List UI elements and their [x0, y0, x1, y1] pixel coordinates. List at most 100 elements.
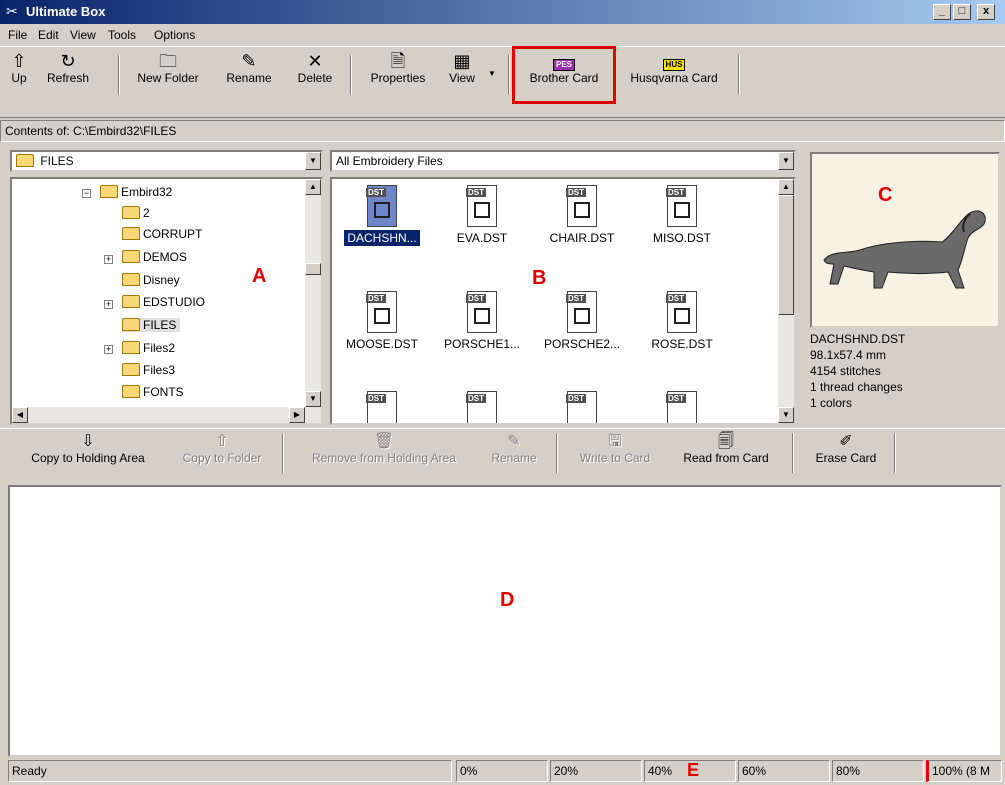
tree-item-files2[interactable]: Files2 — [122, 341, 175, 355]
scroll-thumb[interactable] — [305, 263, 321, 275]
file-item-chair[interactable]: DST CHAIR.DST — [532, 185, 632, 245]
file-item-partial[interactable]: DST — [432, 391, 532, 423]
tree-item-files3[interactable]: Files3 — [122, 363, 175, 377]
tree-horizontal-scrollbar[interactable]: ◀ ▶ — [12, 407, 321, 423]
close-button[interactable]: x — [977, 4, 995, 20]
collapse-icon[interactable]: − — [82, 189, 91, 198]
preview-filename: DACHSHND.DST — [810, 332, 906, 346]
tree-vertical-scrollbar[interactable]: ▲ ▼ — [305, 179, 321, 407]
main-toolbar: ⇧ Up ↻ Refresh 🗀 New Folder ✎ Rename ✕ D… — [0, 46, 1005, 118]
scroll-up-arrow[interactable]: ▲ — [778, 179, 794, 195]
progress-20: 20% — [550, 760, 642, 782]
toolbar-separator — [282, 433, 284, 473]
eraser-icon: ✐ — [839, 433, 853, 450]
tree-label: DEMOS — [143, 250, 188, 264]
write-to-card-button[interactable]: 🖫 Write to Card — [566, 433, 664, 465]
delete-button[interactable]: ✕ Delete — [290, 51, 340, 85]
rename-holding-label: Rename — [491, 451, 537, 465]
file-name: DACHSHN... — [344, 230, 420, 246]
file-item-porsche2[interactable]: DST PORSCHE2... — [532, 291, 632, 351]
copy-to-holding-button[interactable]: ⇩ Copy to Holding Area — [14, 433, 162, 465]
scroll-left-arrow[interactable]: ◀ — [12, 407, 28, 423]
new-folder-label: New Folder — [137, 71, 199, 85]
folder-up-icon: ⇧ — [11, 51, 27, 71]
folder-icon — [122, 206, 140, 219]
menu-options[interactable]: Options — [154, 28, 195, 42]
folder-combo[interactable]: FILES ▼ — [10, 150, 323, 172]
menu-view[interactable]: View — [70, 28, 96, 42]
file-item-partial[interactable]: DST — [332, 391, 432, 423]
menu-bar: File Edit View Tools Options — [0, 24, 1005, 46]
scroll-down-arrow[interactable]: ▼ — [778, 407, 794, 423]
brother-card-button[interactable]: PES Brother Card — [512, 46, 616, 104]
scroll-up-arrow[interactable]: ▲ — [305, 179, 321, 195]
holding-area[interactable]: D — [8, 485, 1002, 757]
copy-to-folder-button[interactable]: ⇧ Copy to Folder — [170, 433, 274, 465]
remove-from-holding-button[interactable]: 🗑 Remove from Holding Area — [290, 433, 478, 465]
dst-file-icon: DST — [466, 391, 497, 423]
properties-button[interactable]: 🗎 Properties — [360, 51, 436, 85]
toolbar-separator — [118, 55, 120, 95]
file-type-tag: DST — [466, 188, 486, 197]
holding-toolbar: ⇩ Copy to Holding Area ⇧ Copy to Folder … — [0, 428, 1005, 484]
folder-open-icon — [122, 318, 140, 331]
progress-40-label: 40% — [648, 764, 673, 778]
tree-item-embird32[interactable]: Embird32 — [100, 185, 172, 199]
husqvarna-card-button[interactable]: HUS Husqvarna Card — [618, 51, 730, 85]
file-type-tag: DST — [366, 394, 386, 403]
dst-file-icon: DST — [366, 391, 397, 423]
scroll-thumb[interactable] — [778, 195, 794, 315]
file-type-tag: DST — [666, 394, 686, 403]
rename-holding-button[interactable]: ✎ Rename — [482, 433, 546, 465]
progress-40: 40% E — [644, 760, 736, 782]
tree-item-demos[interactable]: DEMOS — [122, 250, 187, 264]
tree-item-disney[interactable]: Disney — [122, 273, 180, 287]
file-item-moose[interactable]: DST MOOSE.DST — [332, 291, 432, 351]
file-item-partial[interactable]: DST — [632, 391, 732, 423]
tree-item-corrupt[interactable]: CORRUPT — [122, 227, 202, 241]
rename-icon: ✎ — [507, 433, 521, 450]
scroll-right-arrow[interactable]: ▶ — [289, 407, 305, 423]
tree-item-files[interactable]: FILES — [122, 318, 181, 332]
chevron-down-icon[interactable]: ▼ — [778, 152, 794, 170]
file-list-vertical-scrollbar[interactable]: ▲ ▼ — [778, 179, 794, 423]
file-type-tag: DST — [366, 294, 386, 303]
preview-thread-changes: 1 thread changes — [810, 380, 903, 394]
tree-item-fonts[interactable]: FONTS — [122, 385, 184, 399]
file-item-dachshnd[interactable]: DST DACHSHN... — [332, 185, 432, 246]
file-item-partial[interactable]: DST — [532, 391, 632, 423]
tree-item-2[interactable]: 2 — [122, 206, 150, 220]
file-filter-combo[interactable]: All Embroidery Files ▼ — [330, 150, 796, 172]
label-c: C — [878, 184, 893, 206]
menu-tools[interactable]: Tools — [108, 28, 136, 42]
new-folder-button[interactable]: 🗀 New Folder — [128, 51, 208, 85]
up-button[interactable]: ⇧ Up — [6, 51, 32, 85]
view-button[interactable]: ▦ View — [442, 51, 482, 85]
file-name: MISO.DST — [652, 231, 711, 245]
file-item-porsche1[interactable]: DST PORSCHE1... — [432, 291, 532, 351]
file-list[interactable]: DST DACHSHN... DST EVA.DST DST CHAIR.DST… — [330, 177, 796, 425]
dst-file-icon: DST — [666, 185, 697, 227]
rename-button[interactable]: ✎ Rename — [218, 51, 280, 85]
minimize-button[interactable]: _ — [933, 4, 951, 20]
expand-icon[interactable]: + — [104, 255, 113, 264]
folder-tree[interactable]: Embird32 − 2 CORRUPT + DEMOS Disney + ED… — [10, 177, 323, 425]
refresh-button[interactable]: ↻ Refresh — [40, 51, 96, 85]
file-item-miso[interactable]: DST MISO.DST — [632, 185, 732, 245]
tree-label: Files3 — [143, 363, 176, 377]
chevron-down-icon[interactable]: ▼ — [305, 152, 321, 170]
toolbar-separator — [508, 55, 510, 95]
expand-icon[interactable]: + — [104, 345, 113, 354]
expand-icon[interactable]: + — [104, 300, 113, 309]
file-item-rose[interactable]: DST ROSE.DST — [632, 291, 732, 351]
scroll-down-arrow[interactable]: ▼ — [305, 391, 321, 407]
tree-item-edstudio[interactable]: EDSTUDIO — [122, 295, 205, 309]
menu-edit[interactable]: Edit — [38, 28, 59, 42]
erase-card-button[interactable]: ✐ Erase Card — [800, 433, 892, 465]
view-dropdown-arrow[interactable]: ▼ — [486, 69, 498, 78]
folder-icon — [122, 250, 140, 263]
file-item-eva[interactable]: DST EVA.DST — [432, 185, 532, 245]
read-from-card-button[interactable]: 🗐 Read from Card — [668, 433, 784, 465]
maximize-button[interactable]: □ — [953, 4, 971, 20]
menu-file[interactable]: File — [8, 28, 27, 42]
